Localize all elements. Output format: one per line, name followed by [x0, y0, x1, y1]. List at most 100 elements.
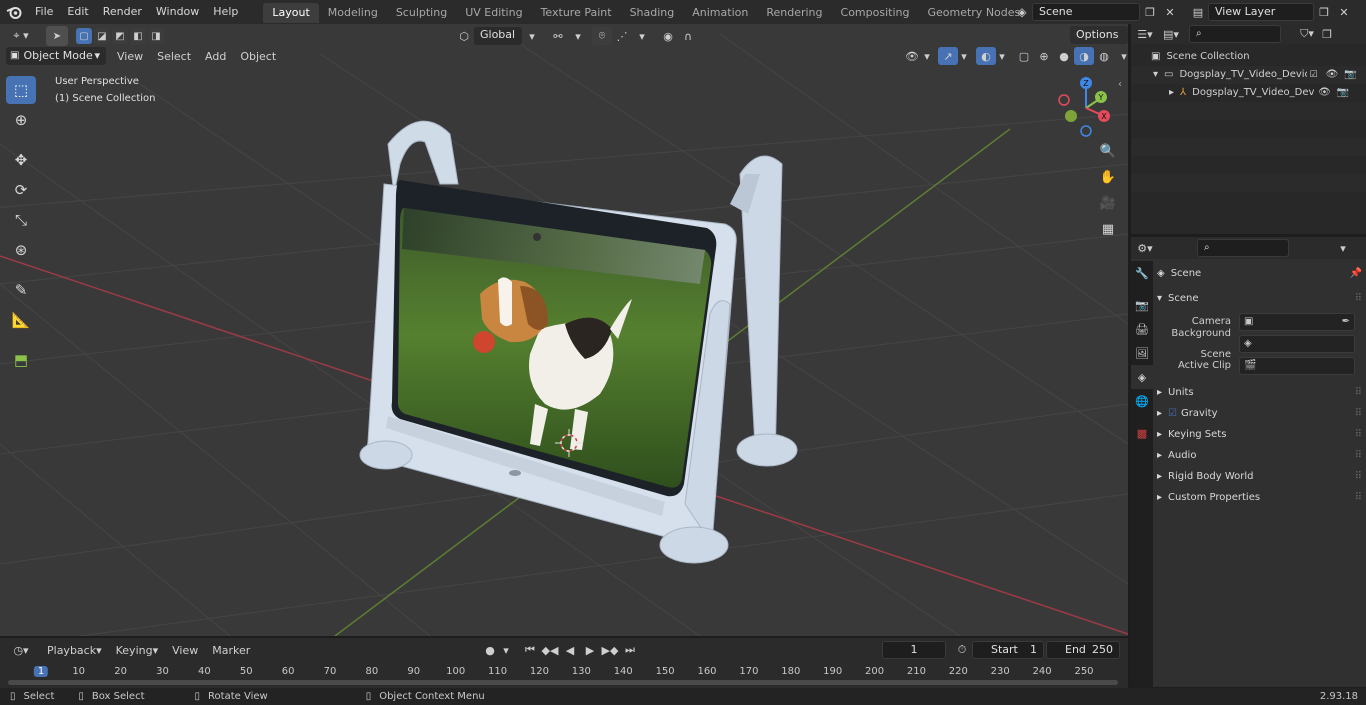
proportional-editing-icon[interactable]: ◉ [658, 27, 678, 45]
viewport-menu-view[interactable]: View [110, 50, 150, 63]
xray-icon[interactable]: ▢ [1014, 47, 1034, 65]
gravity-checkbox[interactable]: ☑ [1168, 403, 1177, 424]
chevron-down-icon[interactable]: ▾ [1114, 47, 1128, 65]
drag-handle-icon[interactable]: ⠿ [1355, 424, 1362, 445]
section-rigid-body-world[interactable]: ▸ Rigid Body World ⠿ [1157, 466, 1362, 487]
texture-tab-icon[interactable]: ▩ [1131, 421, 1153, 445]
tab-texture-paint[interactable]: Texture Paint [532, 3, 621, 23]
close-view-layer-icon[interactable]: ✕ [1334, 3, 1354, 21]
tab-compositing[interactable]: Compositing [832, 3, 919, 23]
view-layer-tab-icon[interactable]: 🖼 [1131, 341, 1153, 365]
section-gravity[interactable]: ▸ ☑ Gravity ⠿ [1157, 403, 1362, 424]
chevron-right-icon[interactable]: ▸ [1169, 84, 1174, 102]
drag-handle-icon[interactable]: ⠿ [1355, 445, 1362, 466]
tab-layout[interactable]: Layout [263, 3, 319, 23]
mode-dropdown[interactable]: ▣ Object Mode ▾ [6, 47, 106, 65]
camera-icon[interactable]: 📷 [1344, 66, 1356, 84]
chevron-down-icon[interactable]: ▾ [522, 27, 542, 45]
drag-handle-icon[interactable]: ⠿ [1355, 487, 1362, 508]
eye-icon[interactable]: 👁 [1326, 66, 1339, 84]
perspective-toggle-icon[interactable]: ▦ [1096, 217, 1120, 241]
measure-tool-icon[interactable]: 📐 [6, 306, 36, 334]
chevron-down-icon[interactable]: ▾ [922, 47, 932, 65]
rotate-tool-icon[interactable]: ⟳ [6, 176, 36, 204]
navigation-gizmo[interactable]: Z Y X [1052, 74, 1122, 140]
chevron-down-icon[interactable]: ▾ [1153, 66, 1158, 84]
menu-help[interactable]: Help [206, 0, 245, 24]
timeline-scrollbar[interactable] [8, 680, 1118, 685]
cursor-tool-icon[interactable]: ⊕ [6, 106, 36, 134]
add-cube-tool-icon[interactable]: ⬒ [6, 346, 36, 374]
chevron-down-icon[interactable]: ▾ [632, 27, 652, 45]
viewport-scene[interactable] [0, 24, 1128, 636]
outliner-search-input[interactable]: ⌕ [1189, 25, 1281, 43]
select-invert-icon[interactable]: ◧ [130, 28, 146, 44]
scene-tab-icon[interactable]: ◈ [1131, 365, 1153, 389]
chevron-down-icon[interactable]: ▾ [568, 27, 588, 45]
wireframe-shading-icon[interactable]: ⊕ [1034, 47, 1054, 65]
menu-render[interactable]: Render [96, 0, 149, 24]
camera-view-icon[interactable]: 🎥 [1096, 191, 1120, 215]
zoom-icon[interactable]: 🔍 [1096, 139, 1120, 163]
overlays-icon[interactable]: ◐ [976, 47, 996, 65]
neg-x-axis-icon[interactable] [1058, 94, 1070, 106]
eyedropper-icon[interactable]: ✒ [1342, 311, 1350, 332]
new-collection-icon[interactable]: ❐ [1317, 25, 1337, 43]
snap-target-icon[interactable]: ⋰ [612, 27, 632, 45]
falloff-icon[interactable]: ∩ [678, 27, 698, 45]
tab-uv-editing[interactable]: UV Editing [456, 3, 531, 23]
close-scene-icon[interactable]: ✕ [1160, 3, 1180, 21]
scene-selector[interactable]: ◈ Scene ❐ ✕ [1012, 3, 1180, 21]
select-box-tool-icon[interactable]: ⬚ [6, 76, 36, 104]
tab-shading[interactable]: Shading [621, 3, 684, 23]
chevron-down-icon[interactable]: ▾ [996, 47, 1008, 65]
viewport-menu-add[interactable]: Add [198, 50, 233, 63]
select-intersect-icon[interactable]: ◨ [148, 28, 164, 44]
scale-tool-icon[interactable]: ⤡ [6, 206, 36, 234]
visibility-icon[interactable]: 👁 [902, 47, 922, 65]
pivot-point-icon[interactable]: ⚯ [548, 27, 568, 45]
outliner-row-device-object[interactable]: ▸ ⅄ Dogsplay_TV_Video_Dev 👁 📷 [1131, 84, 1366, 102]
eye-icon[interactable]: 👁 [1318, 84, 1331, 102]
pan-hand-icon[interactable]: ✋ [1096, 165, 1120, 189]
move-tool-icon[interactable]: ✥ [6, 146, 36, 174]
tab-sculpting[interactable]: Sculpting [387, 3, 456, 23]
neg-y-axis-icon[interactable] [1065, 110, 1077, 122]
section-keying-sets[interactable]: ▸ Keying Sets ⠿ [1157, 424, 1362, 445]
viewport-menu-select[interactable]: Select [150, 50, 198, 63]
drag-handle-icon[interactable]: ⠿ [1355, 288, 1362, 309]
tool-tab-icon[interactable]: 🔧 [1131, 261, 1153, 285]
render-tab-icon[interactable]: 📷 [1131, 293, 1153, 317]
current-frame-marker[interactable]: 1 [33, 666, 49, 677]
checkbox-icon[interactable]: ☑ [1309, 66, 1317, 84]
solid-shading-icon[interactable]: ● [1054, 47, 1074, 65]
copy-scene-icon[interactable]: ❐ [1140, 3, 1160, 21]
scene-name-field[interactable]: Scene [1032, 3, 1140, 21]
transform-orientation-dropdown[interactable]: Global [474, 27, 522, 45]
filter-icon[interactable]: ⛉▾ [1297, 25, 1317, 43]
view-layer-selector[interactable]: ▤ View Layer ❐ ✕ [1188, 3, 1354, 21]
background-scene-field[interactable]: ◈ [1239, 334, 1355, 353]
tab-rendering[interactable]: Rendering [757, 3, 831, 23]
camera-field[interactable]: ▣ ✒ [1239, 311, 1355, 332]
tab-animation[interactable]: Animation [683, 3, 757, 23]
drag-handle-icon[interactable]: ⠿ [1355, 466, 1362, 487]
outliner-editor-icon[interactable]: ☰▾ [1135, 25, 1155, 43]
output-tab-icon[interactable]: 🖨 [1131, 317, 1153, 341]
outliner-row-scene-collection[interactable]: ▣ Scene Collection [1131, 48, 1366, 66]
rendered-shading-icon[interactable]: ◍ [1094, 47, 1114, 65]
menu-file[interactable]: File [28, 0, 60, 24]
drag-handle-icon[interactable]: ⠿ [1355, 403, 1362, 424]
chevron-down-icon[interactable]: ▾ [1333, 239, 1353, 257]
world-tab-icon[interactable]: 🌐 [1131, 389, 1153, 413]
menu-window[interactable]: Window [149, 0, 206, 24]
tab-modeling[interactable]: Modeling [319, 3, 387, 23]
copy-view-layer-icon[interactable]: ❐ [1314, 3, 1334, 21]
sidebar-toggle-icon[interactable]: ‹ [1118, 79, 1122, 90]
active-clip-field[interactable]: 🎬 [1239, 356, 1355, 375]
properties-search-input[interactable]: ⌕ [1197, 239, 1289, 257]
view-layer-name-field[interactable]: View Layer [1208, 3, 1314, 21]
snap-icon[interactable]: ⌾ [592, 27, 612, 45]
material-shading-icon[interactable]: ◑ [1074, 47, 1094, 65]
chevron-down-icon[interactable]: ▾ [958, 47, 970, 65]
